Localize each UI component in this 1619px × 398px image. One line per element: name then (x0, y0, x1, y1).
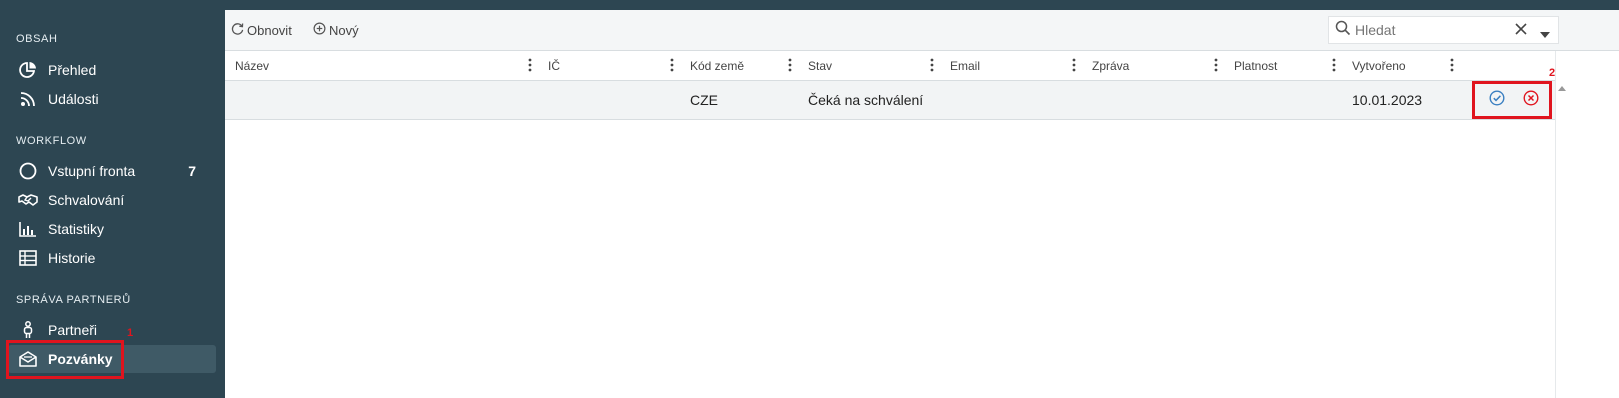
person-icon (18, 320, 38, 340)
column-menu-icon[interactable] (1072, 58, 1076, 75)
sidebar-item-label: Události (48, 91, 99, 107)
column-menu-icon[interactable] (528, 58, 532, 75)
column-header-email[interactable]: Email (940, 51, 1082, 80)
sidebar-item-label: Historie (48, 250, 96, 266)
column-header-kod-zeme[interactable]: Kód země (680, 51, 798, 80)
sidebar-item-label: Partneři (48, 322, 98, 338)
column-menu-icon[interactable] (788, 58, 792, 75)
new-label: Nový (329, 22, 359, 38)
table-row[interactable]: CZE Čeká na schválení 10.01.2023 (225, 81, 1555, 120)
cell-nazev (225, 81, 538, 119)
pie-chart-icon (18, 60, 38, 80)
section-title-obsah: OBSAH (16, 33, 58, 45)
section-title-sprava-partneru: SPRÁVA PARTNERŮ (16, 294, 131, 306)
column-menu-icon[interactable] (930, 58, 934, 75)
plus-circle-icon (313, 22, 329, 38)
sidebar-item-schvalovani[interactable]: Schvalování (8, 186, 216, 214)
sidebar-item-statistiky[interactable]: Statistiky (8, 215, 216, 243)
toolbar: Obnovit Nový (225, 10, 1619, 51)
rss-icon (18, 89, 38, 109)
search-input[interactable] (1353, 21, 1507, 39)
search-box (1328, 16, 1559, 44)
vertical-scrollbar[interactable] (1555, 51, 1568, 398)
table-header: Název IČ Kód země Stav Email Zpráva Plat… (225, 51, 1555, 81)
column-header-vytvoreno[interactable]: Vytvořeno (1342, 51, 1460, 80)
search-icon (1335, 20, 1351, 41)
new-button[interactable]: Nový (313, 22, 359, 38)
refresh-icon (231, 22, 247, 38)
sidebar-item-historie[interactable]: Historie (8, 244, 216, 272)
column-header-platnost[interactable]: Platnost (1224, 51, 1342, 80)
circle-icon (18, 161, 38, 181)
cell-email (940, 81, 1082, 119)
column-menu-icon[interactable] (670, 58, 674, 75)
cell-zprava (1082, 81, 1224, 119)
highlight-box-1 (6, 340, 124, 379)
count-badge: 7 (188, 163, 196, 179)
sidebar-item-label: Přehled (48, 62, 97, 78)
annotation-marker-1: 1 (127, 327, 134, 339)
sidebar-item-prehled[interactable]: Přehled (8, 56, 216, 84)
column-menu-icon[interactable] (1214, 58, 1218, 75)
scroll-up-icon[interactable] (1557, 84, 1567, 92)
column-menu-icon[interactable] (1332, 58, 1336, 75)
column-header-nazev[interactable]: Název (225, 51, 538, 80)
sidebar-item-udalosti[interactable]: Události (8, 85, 216, 113)
sidebar-item-label: Vstupní fronta (48, 163, 136, 179)
cell-stav: Čeká na schválení (808, 92, 924, 108)
refresh-label: Obnovit (247, 22, 292, 38)
handshake-icon (18, 190, 38, 210)
refresh-button[interactable]: Obnovit (231, 22, 292, 38)
sidebar-item-vstupni-fronta[interactable]: Vstupní fronta 7 (8, 157, 216, 185)
sidebar: OBSAH Přehled Události WORKFLOW Vstupní … (0, 0, 220, 398)
sidebar-item-label: Statistiky (48, 221, 105, 237)
highlight-box-2 (1472, 81, 1552, 119)
main-panel: Obnovit Nový Název IČ (225, 10, 1619, 398)
column-header-zprava[interactable]: Zpráva (1082, 51, 1224, 80)
column-header-ic[interactable]: IČ (538, 51, 680, 80)
column-menu-icon[interactable] (1450, 58, 1454, 75)
cell-platnost (1224, 81, 1342, 119)
column-header-stav[interactable]: Stav (798, 51, 940, 80)
sidebar-item-label: Schvalování (48, 192, 125, 208)
table-icon (18, 248, 38, 268)
cell-ic (538, 81, 680, 119)
cell-kod-zeme: CZE (690, 92, 718, 108)
clear-search-icon[interactable] (1514, 22, 1528, 41)
bar-chart-icon (18, 219, 38, 239)
cell-vytvoreno: 10.01.2023 (1352, 92, 1423, 108)
caret-down-icon[interactable] (1540, 26, 1550, 44)
section-title-workflow: WORKFLOW (16, 135, 87, 147)
